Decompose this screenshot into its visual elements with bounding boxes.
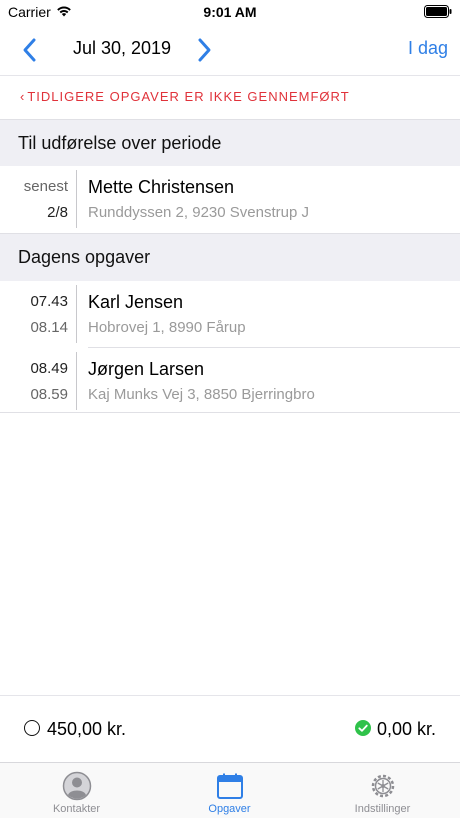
- task-time-bottom: 08.14: [30, 319, 68, 336]
- chevron-right-icon[interactable]: [192, 36, 216, 64]
- task-address: Hobrovej 1, 8990 Fårup: [88, 319, 246, 336]
- task-name: Jørgen Larsen: [88, 359, 205, 379]
- status-bar: Carrier 9:01 AM: [0, 0, 460, 24]
- section-title: Til udførelse over periode: [18, 133, 222, 153]
- task-address: Kaj Munks Vej 3, 8850 Bjerringbro: [88, 386, 315, 403]
- completed-amount: 0,00 kr.: [377, 719, 437, 739]
- tab-opgaver[interactable]: Opgaver: [153, 763, 306, 818]
- tab-label: Opgaver: [208, 803, 251, 815]
- battery-icon: [424, 5, 452, 18]
- task-time: senest 2/8: [0, 166, 76, 232]
- row-separator: [0, 412, 460, 413]
- status-time: 9:01 AM: [203, 4, 257, 20]
- task-time-top: 07.43: [30, 293, 68, 310]
- warning-text: TIDLIGERE OPGAVER ER IKKE GENNEMFØRT: [27, 89, 350, 104]
- contacts-icon: [62, 771, 92, 801]
- section-title: Dagens opgaver: [18, 247, 151, 267]
- tab-bar: Kontakter Opgaver Indstillinger: [0, 762, 460, 818]
- task-row[interactable]: senest 2/8 Mette Christensen Runddyssen …: [0, 166, 460, 232]
- row-divider: [76, 352, 77, 410]
- chevron-left-small-icon: ‹: [20, 89, 26, 104]
- summary-bar: 450,00 kr. 0,00 kr.: [0, 695, 460, 761]
- check-circle-icon: [355, 720, 371, 736]
- task-row[interactable]: 07.43 08.14 Karl Jensen Hobrovej 1, 8990…: [0, 281, 460, 347]
- tab-indstillinger[interactable]: Indstillinger: [306, 763, 459, 818]
- section-header-period: Til udførelse over periode: [0, 119, 460, 166]
- task-time-top: senest: [23, 178, 68, 195]
- nav-bar: Jul 30, 2019 I dag: [0, 24, 460, 76]
- task-row[interactable]: 08.49 08.59 Jørgen Larsen Kaj Munks Vej …: [0, 348, 460, 414]
- calendar-icon: [217, 773, 243, 799]
- pending-amount: 450,00 kr.: [47, 719, 127, 739]
- row-divider: [76, 285, 77, 343]
- task-address: Runddyssen 2, 9230 Svenstrup J: [88, 204, 309, 221]
- tab-label: Indstillinger: [354, 803, 411, 815]
- task-name: Mette Christensen: [88, 177, 235, 197]
- task-time: 07.43 08.14: [0, 281, 76, 347]
- task-time-bottom: 2/8: [47, 204, 68, 221]
- today-button[interactable]: I dag: [408, 38, 448, 59]
- row-divider: [76, 170, 77, 228]
- warning-link[interactable]: ‹ TIDLIGERE OPGAVER ER IKKE GENNEMFØRT: [20, 89, 350, 104]
- task-time: 08.49 08.59: [0, 348, 76, 414]
- task-time-top: 08.49: [30, 360, 68, 377]
- earlier-tasks-warning[interactable]: ‹ TIDLIGERE OPGAVER ER IKKE GENNEMFØRT: [0, 77, 460, 118]
- task-time-bottom: 08.59: [30, 386, 68, 403]
- gear-icon: [371, 774, 395, 798]
- tab-label: Kontakter: [52, 803, 101, 815]
- task-name: Karl Jensen: [88, 292, 184, 312]
- pending-circle-icon: [24, 720, 40, 736]
- tab-kontakter[interactable]: Kontakter: [0, 763, 153, 818]
- section-header-today: Dagens opgaver: [0, 233, 460, 281]
